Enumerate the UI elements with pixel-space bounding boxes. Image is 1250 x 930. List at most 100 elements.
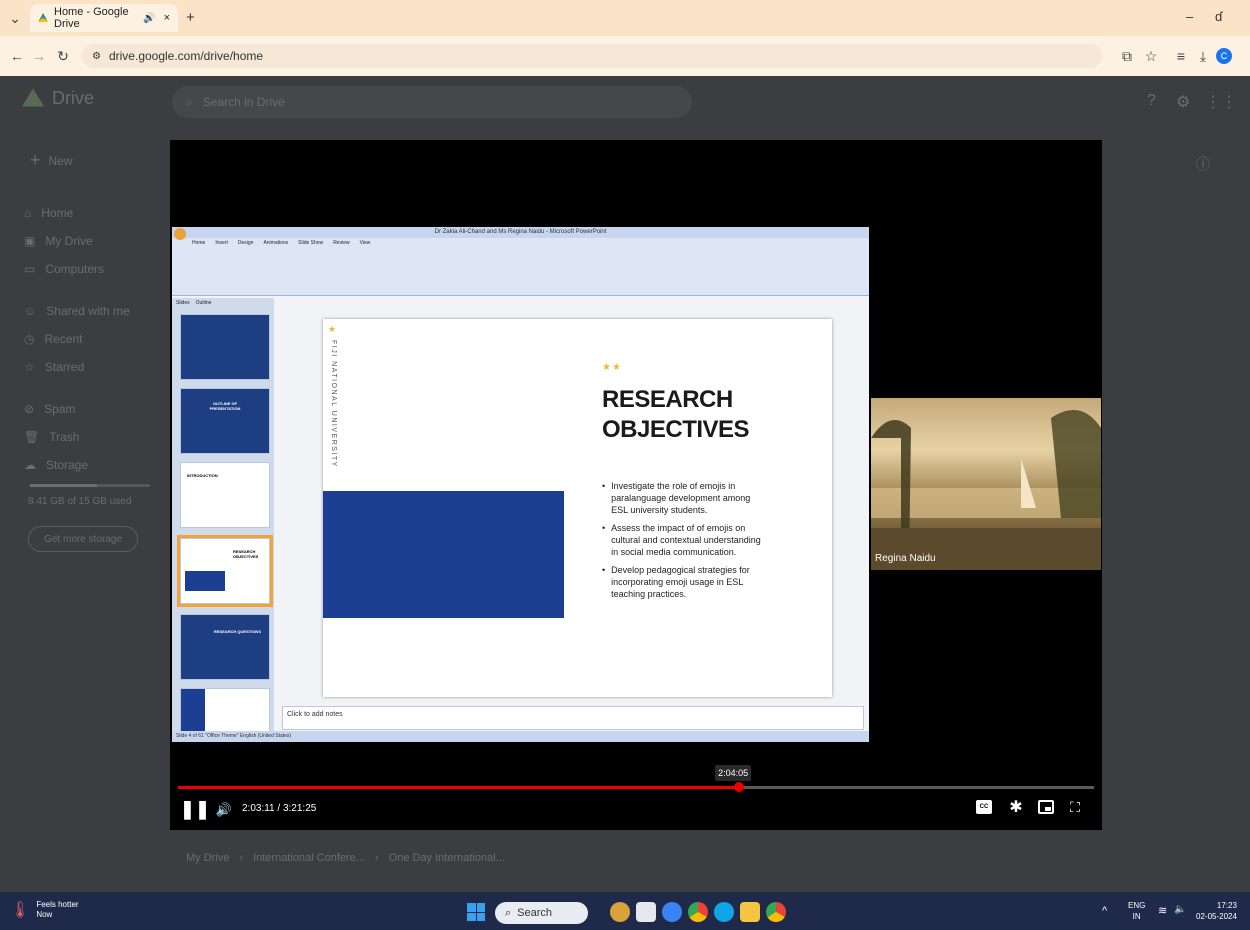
file-explorer-icon[interactable] bbox=[636, 902, 656, 922]
slide-blue-block bbox=[323, 491, 564, 618]
ppt-title-bar: Dr Zakia Ali-Chand and Ms Regina Naidu -… bbox=[172, 227, 869, 238]
landscape-background-image bbox=[871, 410, 1101, 570]
computer-icon: ▭ bbox=[24, 262, 36, 276]
ppt-ribbon-tabs: Home Insert Design Animations Slide Show Revi… bbox=[192, 240, 371, 246]
apps-grid-icon[interactable]: ⋮⋮ bbox=[1205, 92, 1237, 112]
thermometer-icon: 🌡 bbox=[10, 902, 31, 919]
back-arrow-icon[interactable]: ← bbox=[6, 45, 28, 67]
profile-avatar[interactable]: C bbox=[1216, 48, 1232, 64]
chevron-up-icon[interactable]: ^ bbox=[1102, 905, 1107, 917]
slide-title: RESEARCH OBJECTIVES bbox=[602, 386, 750, 443]
bullet-item: • Investigate the role of emojis in paral… bbox=[602, 481, 751, 515]
tab-audio-icon[interactable]: 🔊 bbox=[143, 13, 155, 24]
nav-item-trash[interactable]: 🗑 Trash bbox=[24, 430, 79, 444]
plus-icon: + bbox=[30, 150, 41, 170]
ppt-status-bar: Slide 4 of 61 "Office Theme" English (Un… bbox=[172, 731, 869, 742]
minimize-button[interactable]: – bbox=[1186, 9, 1193, 24]
site-info-icon[interactable]: ⚙ bbox=[92, 51, 101, 62]
notes-pane: Click to add notes bbox=[282, 706, 864, 730]
weather-widget[interactable]: 🌡 Feels hotter Now bbox=[10, 900, 79, 920]
office-button-icon bbox=[174, 228, 186, 240]
storage-bar bbox=[30, 484, 150, 487]
new-button[interactable]: + New bbox=[30, 150, 73, 171]
drive-folder-icon: ▣ bbox=[24, 234, 36, 248]
ppt-ribbon: Home Insert Design Animations Slide Show Revi… bbox=[172, 238, 869, 296]
edge-icon[interactable] bbox=[714, 902, 734, 922]
nav-item-home[interactable]: ⌂ Home bbox=[24, 206, 73, 220]
windows-start-icon[interactable] bbox=[467, 903, 485, 921]
trash-icon: 🗑 bbox=[24, 430, 40, 444]
language-indicator[interactable]: ENG IN bbox=[1128, 900, 1145, 922]
tab-close-icon[interactable]: × bbox=[164, 12, 170, 24]
logo-star-icon: ★ bbox=[328, 324, 337, 334]
time-display: 2:03:11 / 3:21:25 bbox=[242, 803, 317, 814]
nav-item-shared[interactable]: ☺ Shared with me bbox=[24, 304, 130, 318]
search-icon: ⌕ bbox=[186, 94, 193, 109]
cloud-icon: ☁ bbox=[24, 458, 36, 472]
pause-icon[interactable]: ❚❚ bbox=[180, 798, 210, 820]
drive-logo-icon bbox=[22, 88, 44, 107]
drive-logo[interactable]: Drive bbox=[22, 88, 94, 109]
nav-item-my-drive[interactable]: ▣ My Drive bbox=[24, 234, 93, 248]
url-text: drive.google.com/drive/home bbox=[108, 49, 264, 63]
slide-stars: ★★ bbox=[602, 362, 622, 373]
miniplayer-icon[interactable] bbox=[1038, 800, 1054, 814]
drive-search-box[interactable]: ⌕ Search in Drive bbox=[172, 86, 692, 118]
settings-gear-icon[interactable]: ⚙ bbox=[1176, 92, 1190, 112]
taskbar-search[interactable]: ⌕ Search bbox=[495, 902, 588, 924]
slide-thumb-2: OUTLINE OF PRESENTATION bbox=[180, 388, 270, 454]
spam-icon: ⊘ bbox=[24, 402, 35, 416]
search-icon: ⌕ bbox=[505, 906, 512, 919]
reload-icon[interactable]: ↻ bbox=[52, 45, 74, 67]
captions-icon[interactable]: CC bbox=[976, 800, 992, 814]
nav-item-starred[interactable]: ☆ Starred bbox=[24, 360, 84, 374]
settings-gear-icon[interactable]: ✱ bbox=[1007, 798, 1025, 816]
nav-item-storage[interactable]: ☁ Storage bbox=[24, 458, 88, 472]
app-icon-1[interactable] bbox=[610, 902, 630, 922]
clock-icon: ◷ bbox=[24, 332, 35, 346]
help-icon[interactable]: ? bbox=[1147, 92, 1156, 110]
slide-thumb-4-selected: RESEARCH OBJECTIVES bbox=[177, 535, 273, 607]
tab-list-chevron-icon[interactable]: ⌄ bbox=[4, 7, 26, 29]
progress-scrubber-handle[interactable] bbox=[733, 782, 744, 792]
download-icon[interactable]: ⤓ bbox=[1192, 45, 1214, 67]
ppt-slide-panel: Slides Outline OUTLINE OF PRESENTATION IN… bbox=[172, 298, 274, 735]
wifi-icon[interactable]: ≋ bbox=[1158, 904, 1167, 917]
drive-logo-icon bbox=[38, 13, 48, 22]
browser-tab-drive[interactable]: Home - Google Drive 🔊 × bbox=[30, 4, 178, 32]
new-tab-button[interactable]: + bbox=[186, 9, 195, 26]
get-storage-button[interactable]: Get more storage bbox=[28, 526, 138, 552]
nav-item-spam[interactable]: ⊘ Spam bbox=[24, 402, 75, 416]
info-icon[interactable]: ⓘ bbox=[1196, 154, 1210, 174]
speaker-icon[interactable]: 🔈 bbox=[1174, 904, 1186, 915]
teams-icon[interactable] bbox=[662, 902, 682, 922]
home-icon: ⌂ bbox=[24, 206, 32, 220]
participant-name: Regina Naidu bbox=[875, 553, 936, 564]
install-app-icon[interactable]: ⧉ bbox=[1116, 45, 1138, 67]
seek-time-tooltip: 2:04:05 bbox=[715, 765, 752, 781]
folder-icon[interactable] bbox=[740, 902, 760, 922]
reading-list-icon[interactable]: ≡ bbox=[1170, 45, 1192, 67]
volume-icon[interactable]: 🔊 bbox=[214, 800, 234, 820]
chrome-icon[interactable] bbox=[688, 902, 708, 922]
fullscreen-icon[interactable]: ⛶ bbox=[1066, 798, 1084, 816]
slide-thumb-6 bbox=[180, 688, 270, 735]
chrome-profile-icon[interactable] bbox=[766, 902, 786, 922]
participant-video-tile bbox=[871, 398, 1101, 570]
bullet-item: • Assess the impact of of emojis on cultu… bbox=[602, 523, 761, 557]
address-bar[interactable]: ⚙ drive.google.com/drive/home bbox=[82, 44, 1102, 68]
star-icon: ☆ bbox=[24, 360, 35, 374]
restore-button[interactable]: ɗ bbox=[1215, 9, 1222, 24]
progress-fill bbox=[178, 786, 739, 789]
slide-thumb-3: INTRODUCTION bbox=[180, 462, 270, 528]
bullet-item: • Develop pedagogical strategies for inco… bbox=[602, 565, 750, 599]
slide-bullets: • Investigate the role of emojis in paral… bbox=[602, 480, 762, 606]
nav-item-computers[interactable]: ▭ Computers bbox=[24, 262, 104, 276]
forward-arrow-icon[interactable]: → bbox=[28, 45, 50, 67]
people-icon: ☺ bbox=[24, 304, 37, 318]
nav-item-recent[interactable]: ◷ Recent bbox=[24, 332, 83, 346]
clock[interactable]: 17:23 02-05-2024 bbox=[1196, 900, 1237, 922]
panel-tabs: Slides Outline bbox=[176, 300, 212, 306]
bookmark-star-icon[interactable]: ☆ bbox=[1140, 45, 1162, 67]
vertical-university-text: FIJI NATIONAL UNIVERSITY bbox=[330, 340, 337, 468]
